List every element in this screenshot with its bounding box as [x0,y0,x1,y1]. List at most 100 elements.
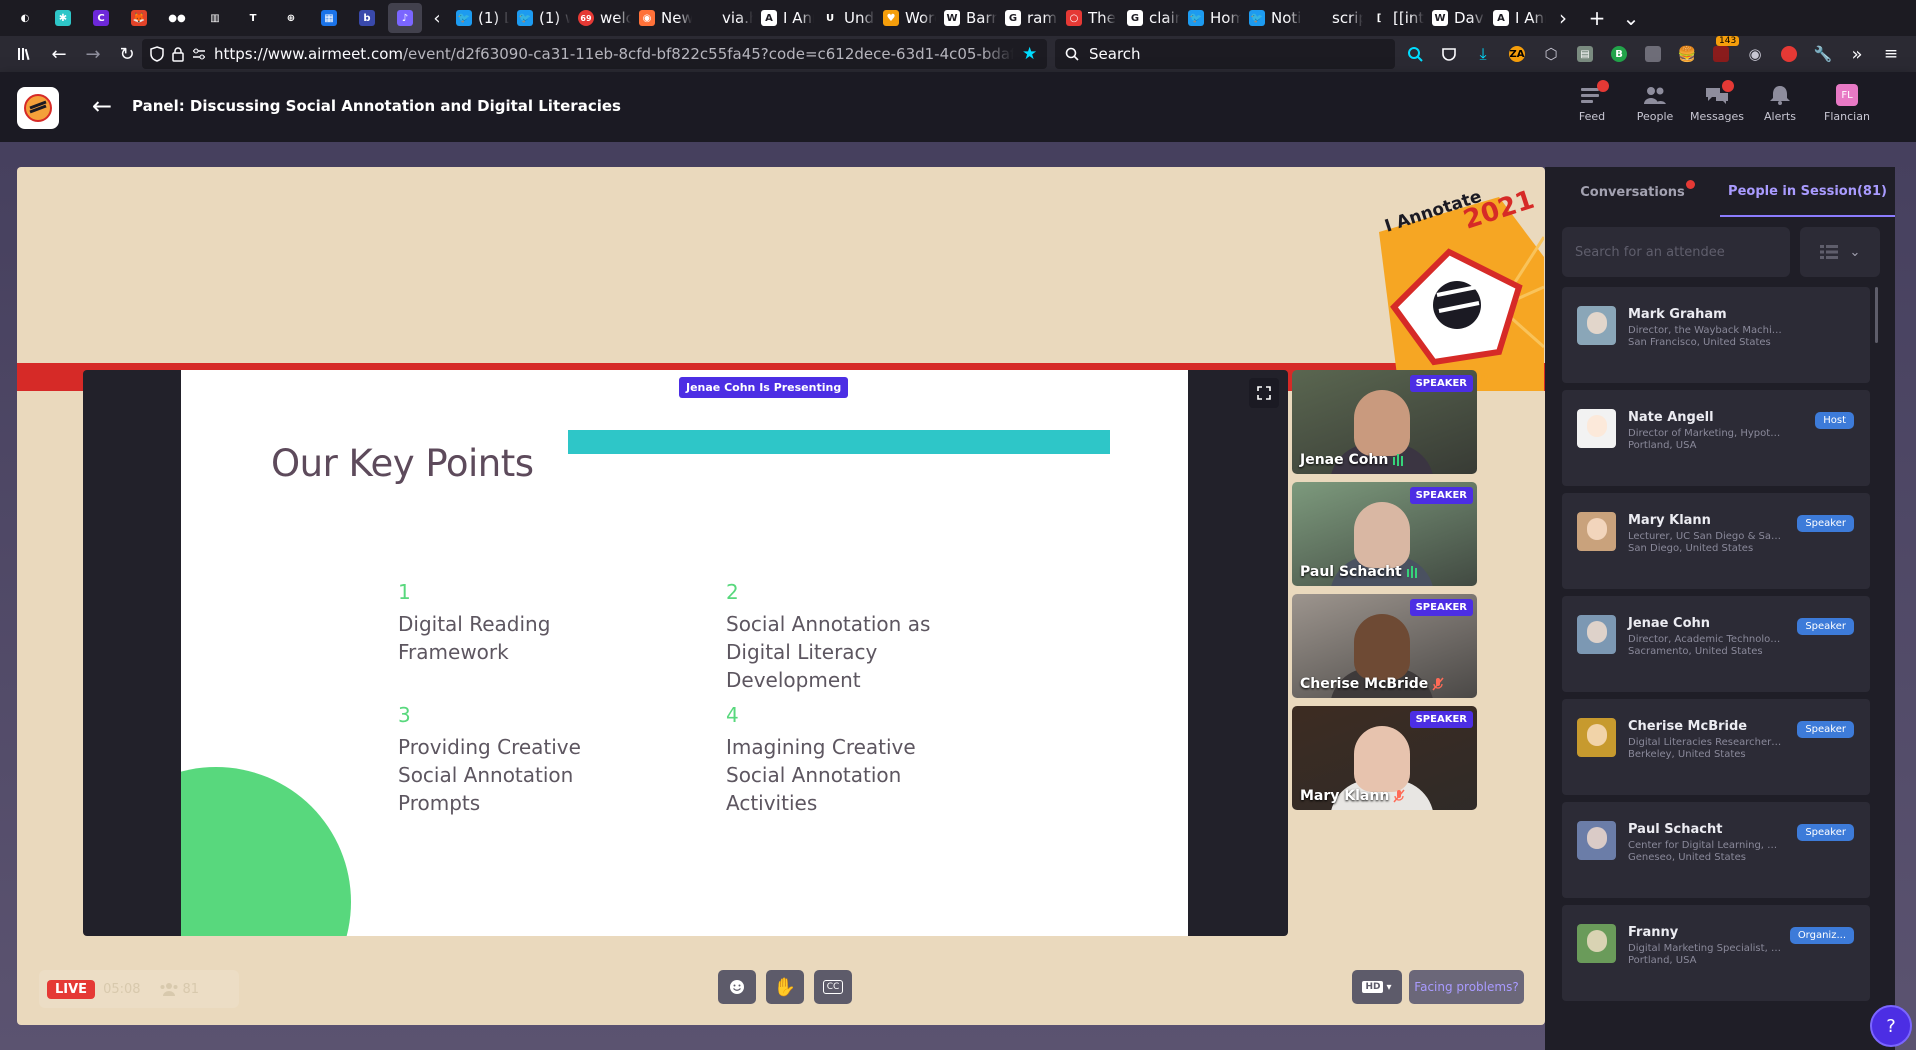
fullscreen-button[interactable] [1249,378,1279,408]
tab-conversations[interactable]: Conversations [1545,167,1720,217]
attendee-card[interactable]: Franny Digital Marketing Specialist, H..… [1562,905,1870,1001]
attendee-card[interactable]: Nate Angell Director of Marketing, Hypot… [1562,390,1870,486]
pinned-tab-medium[interactable]: ●● [160,3,194,33]
extension-note-button[interactable] [1638,39,1668,69]
downloads-button[interactable]: ⤓ [1468,39,1498,69]
header-nav-messages[interactable]: Messages [1687,80,1747,123]
browser-tab[interactable]: W Dave [1424,3,1485,33]
raise-hand-button[interactable]: ✋ [766,970,804,1004]
pinned-tab-github[interactable]: ◐ [8,3,42,33]
bookmark-star-icon[interactable]: ★ [1022,44,1037,64]
browser-tab[interactable]: A I Ann [1485,3,1546,33]
pinned-tab-calendar[interactable]: ▦ [312,3,346,33]
chevron-down-icon: ▾ [1386,981,1392,993]
app-logo[interactable] [17,87,59,129]
people-list-scrollbar[interactable] [1875,287,1878,343]
browser-tab[interactable]: A I Ann [753,3,814,33]
tab-scroll-right-button[interactable]: › [1546,3,1580,33]
attendee-card[interactable]: Paul Schacht Center for Digital Learning… [1562,802,1870,898]
extension-eye-button[interactable]: ◉ [1740,39,1770,69]
zoom-button[interactable] [1400,39,1430,69]
list-view-dropdown[interactable]: ⌄ [1800,227,1880,277]
header-nav-alerts[interactable]: Alerts [1750,84,1810,123]
pinned-tab-b[interactable]: b [350,3,384,33]
pinned-tab-c[interactable]: C [84,3,118,33]
extension-table-button[interactable]: ▤ [1570,39,1600,69]
tab-title: Barn [966,9,997,27]
extension-red-button[interactable] [1774,39,1804,69]
attendee-card[interactable]: Jenae Cohn Director, Academic Technolog.… [1562,596,1870,692]
attendee-card[interactable]: Cherise McBride Digital Literacies Resea… [1562,699,1870,795]
browser-tab[interactable]: ○ The [1058,3,1119,33]
eye-icon: ◉ [1748,45,1762,63]
unread-dot [1686,180,1695,189]
reactions-button[interactable] [718,970,756,1004]
pocket-button[interactable] [1434,39,1464,69]
speaker-video-tile[interactable]: SPEAKER Paul Schacht [1292,482,1477,586]
tab-people-in-session[interactable]: People in Session(81) [1720,167,1895,217]
pinned-tab-reader[interactable]: ▥ [198,3,232,33]
speaker-video-tile[interactable]: SPEAKER Cherise McBride [1292,594,1477,698]
browser-search-bar[interactable]: Search [1055,39,1395,69]
tab-scroll-left-button[interactable]: ‹ [426,3,448,33]
overflow-menu-button[interactable]: » [1842,39,1872,69]
extension-zotero-button[interactable]: ZA [1502,39,1532,69]
url-bar[interactable]: https://www.airmeet.com/event/d2f63090-c… [142,39,1047,69]
library-button[interactable] [8,39,42,69]
pinned-tab-puzzle[interactable]: ✱ [46,3,80,33]
facing-problems-button[interactable]: Facing problems? [1409,970,1524,1004]
pinned-tab-t[interactable]: T [236,3,270,33]
extension-burger-button[interactable]: 🍔 [1672,39,1702,69]
browser-tab[interactable]: W Barn [936,3,997,33]
attendee-role-badge: Speaker [1797,515,1854,532]
browser-tab[interactable]: 🐦 (1) w [509,3,570,33]
blank-icon [700,10,716,26]
attendee-card[interactable]: Mary Klann Lecturer, UC San Diego & San … [1562,493,1870,589]
screen-share-area: Our Key Points 1 Digital Reading Framewor… [83,370,1288,936]
browser-tab[interactable]: U Unde [814,3,875,33]
reload-button[interactable]: ↻ [110,39,144,69]
extension-ublock-button[interactable]: 143 [1706,36,1740,69]
forward-button[interactable]: → [76,39,110,69]
pinned-tab-audio-tab[interactable]: ♪ [388,3,422,33]
video-quality-button[interactable]: HD ▾ [1352,970,1402,1004]
browser-tab[interactable]: [[[inte [1363,3,1424,33]
attendee-search-input[interactable]: Search for an attendee [1562,227,1790,277]
app-menu-button[interactable]: ≡ [1876,39,1906,69]
attendee-count: 81 [182,981,200,997]
tab-title: I Ann [783,9,814,27]
browser-tab[interactable]: scrip [1302,3,1363,33]
list-all-tabs-button[interactable]: ⌄ [1614,3,1648,33]
help-button[interactable]: ? [1870,1005,1912,1047]
browser-tab[interactable]: 🐦 (1) L [448,3,509,33]
twitter-icon: 🐦 [517,10,533,26]
browser-tab[interactable]: ◉ New [631,3,692,33]
attendee-card[interactable]: Mark Graham Director, the Wayback Machin… [1562,287,1870,383]
browser-tab[interactable]: 69 welc [570,3,631,33]
header-nav-people[interactable]: People [1625,84,1685,123]
back-button[interactable]: ← [42,39,76,69]
speaker-video-tile[interactable]: SPEAKER Jenae Cohn [1292,370,1477,474]
header-nav-feed[interactable]: Feed [1562,80,1622,123]
browser-tab[interactable]: Grama [997,3,1058,33]
bubble-icon: ○ [1066,10,1082,26]
header-nav-flancian[interactable]: FL Flancian [1817,84,1877,123]
pinned-tab-gitlab[interactable]: 🦊 [122,3,156,33]
annotate-icon: A [1493,10,1509,26]
attendee-role-badge: Speaker [1797,824,1854,841]
extension-wrench-button[interactable]: 🔧 [1808,39,1838,69]
browser-tab[interactable]: Gclair [1119,3,1180,33]
new-tab-button[interactable]: + [1580,3,1614,33]
speaker-video-tile[interactable]: SPEAKER Mary Klann [1292,706,1477,810]
back-arrow-button[interactable]: ← [92,92,112,120]
extension-b-button[interactable]: B [1604,39,1634,69]
browser-tab[interactable]: via.hyp [692,3,753,33]
closed-captions-button[interactable]: CC [814,970,852,1004]
pinned-tab-globe[interactable]: ⊕ [274,3,308,33]
browser-tab[interactable]: ♥ Word [875,3,936,33]
attendee-location: San Diego, United States [1628,543,1754,554]
attendee-location: Berkeley, United States [1628,749,1746,760]
extension-box-button[interactable]: ⬡ [1536,39,1566,69]
browser-tab[interactable]: 🐦 Hom [1180,3,1241,33]
browser-tab[interactable]: 🐦 Notif [1241,3,1302,33]
